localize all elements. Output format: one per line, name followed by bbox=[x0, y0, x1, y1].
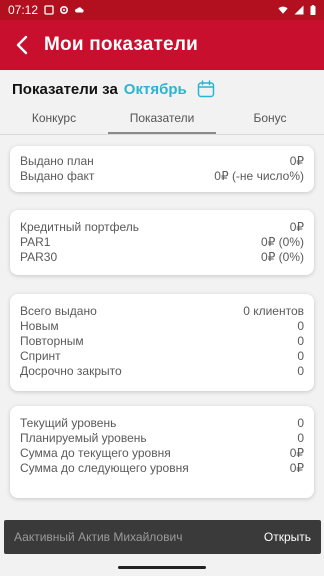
portfolio-card: Кредитный портфель 0₽ PAR1 0₽ (0%) PAR30 0₽… bbox=[10, 210, 314, 275]
sum-to-current-row: Сумма до текущего уровня 0₽ bbox=[20, 446, 304, 461]
portfolio-row: Кредитный портфель 0₽ bbox=[20, 220, 304, 235]
status-system-icons bbox=[278, 5, 316, 15]
issued-plan-row: Выдано план 0₽ bbox=[20, 154, 304, 169]
row-value: 0₽ bbox=[289, 461, 304, 475]
issued-fact-row: Выдано факт 0₽ (-не число%) bbox=[20, 169, 304, 184]
app-bar: Мои показатели bbox=[0, 20, 324, 70]
cloud-icon bbox=[75, 7, 84, 13]
back-arrow-icon bbox=[16, 35, 28, 55]
row-label: Сумма до текущего уровня bbox=[20, 446, 171, 460]
tab-indicators[interactable]: Показатели bbox=[108, 104, 216, 134]
row-label: PAR30 bbox=[20, 250, 58, 264]
current-level-row: Текущий уровень 0 bbox=[20, 416, 304, 431]
new-clients-row: Новым 0 bbox=[20, 319, 304, 334]
status-notification-icons bbox=[44, 5, 84, 15]
user-snackbar: Аактивный Актив Михайлович Открыть bbox=[4, 520, 321, 554]
row-label: Выдано факт bbox=[20, 169, 95, 183]
issued-card: Выдано план 0₽ Выдано факт 0₽ (-не число%) bbox=[10, 146, 314, 192]
period-selector: Показатели за Октябрь bbox=[12, 78, 215, 100]
row-value: 0₽ bbox=[289, 446, 304, 460]
row-label: Повторным bbox=[20, 334, 84, 348]
settings-icon bbox=[60, 5, 69, 15]
status-time: 07:12 bbox=[8, 3, 39, 17]
battery-icon bbox=[310, 5, 316, 15]
par30-row: PAR30 0₽ (0%) bbox=[20, 250, 304, 265]
row-label: Всего выдано bbox=[20, 304, 97, 318]
row-value: 0 bbox=[297, 416, 304, 430]
user-name: Аактивный Актив Михайлович bbox=[14, 530, 183, 544]
content-sheet: Показатели за Октябрь Конкурс Показатели… bbox=[0, 70, 324, 576]
row-value: 0₽ (-не число%) bbox=[214, 169, 304, 183]
tabs-divider bbox=[0, 134, 324, 135]
levels-card: Текущий уровень 0 Планируемый уровень 0 Су… bbox=[10, 406, 314, 498]
early-closed-row: Досрочно закрыто 0 bbox=[20, 364, 304, 379]
row-label: Выдано план bbox=[20, 154, 94, 168]
row-value: 0₽ (0%) bbox=[261, 250, 304, 264]
sum-to-next-row: Сумма до следующего уровня 0₽ bbox=[20, 461, 304, 476]
repeat-clients-row: Повторным 0 bbox=[20, 334, 304, 349]
row-value: 0₽ bbox=[289, 220, 304, 234]
row-label: Новым bbox=[20, 319, 59, 333]
period-month[interactable]: Октябрь bbox=[124, 81, 187, 98]
planned-level-row: Планируемый уровень 0 bbox=[20, 431, 304, 446]
row-value: 0₽ (0%) bbox=[261, 235, 304, 249]
navigation-handle[interactable] bbox=[118, 566, 206, 569]
sprint-row: Спринт 0 bbox=[20, 349, 304, 364]
row-value: 0 bbox=[297, 364, 304, 378]
row-label: Сумма до следующего уровня bbox=[20, 461, 189, 475]
par1-row: PAR1 0₽ (0%) bbox=[20, 235, 304, 250]
status-bar: 07:12 bbox=[0, 0, 324, 20]
row-label: Планируемый уровень bbox=[20, 431, 147, 445]
app-notification-icon bbox=[44, 5, 54, 15]
row-value: 0 bbox=[297, 319, 304, 333]
row-label: PAR1 bbox=[20, 235, 51, 249]
page-title: Мои показатели bbox=[44, 34, 198, 55]
signal-icon bbox=[294, 5, 304, 15]
calendar-icon[interactable] bbox=[197, 80, 215, 98]
tab-contest[interactable]: Конкурс bbox=[0, 104, 108, 134]
wifi-icon bbox=[278, 6, 288, 14]
row-label: Досрочно закрыто bbox=[20, 364, 122, 378]
period-label: Показатели за bbox=[12, 80, 118, 98]
row-label: Текущий уровень bbox=[20, 416, 117, 430]
row-value: 0₽ bbox=[289, 154, 304, 168]
tabs: Конкурс Показатели Бонус bbox=[0, 104, 324, 134]
row-label: Спринт bbox=[20, 349, 61, 363]
tab-bonus[interactable]: Бонус bbox=[216, 104, 324, 134]
total-issued-row: Всего выдано 0 клиентов bbox=[20, 304, 304, 319]
back-button[interactable] bbox=[0, 20, 44, 70]
row-value: 0 bbox=[297, 431, 304, 445]
row-value: 0 клиентов bbox=[243, 304, 304, 318]
row-value: 0 bbox=[297, 349, 304, 363]
row-label: Кредитный портфель bbox=[20, 220, 140, 234]
row-value: 0 bbox=[297, 334, 304, 348]
open-button[interactable]: Открыть bbox=[264, 530, 311, 544]
clients-card: Всего выдано 0 клиентов Новым 0 Повторным 0… bbox=[10, 294, 314, 391]
